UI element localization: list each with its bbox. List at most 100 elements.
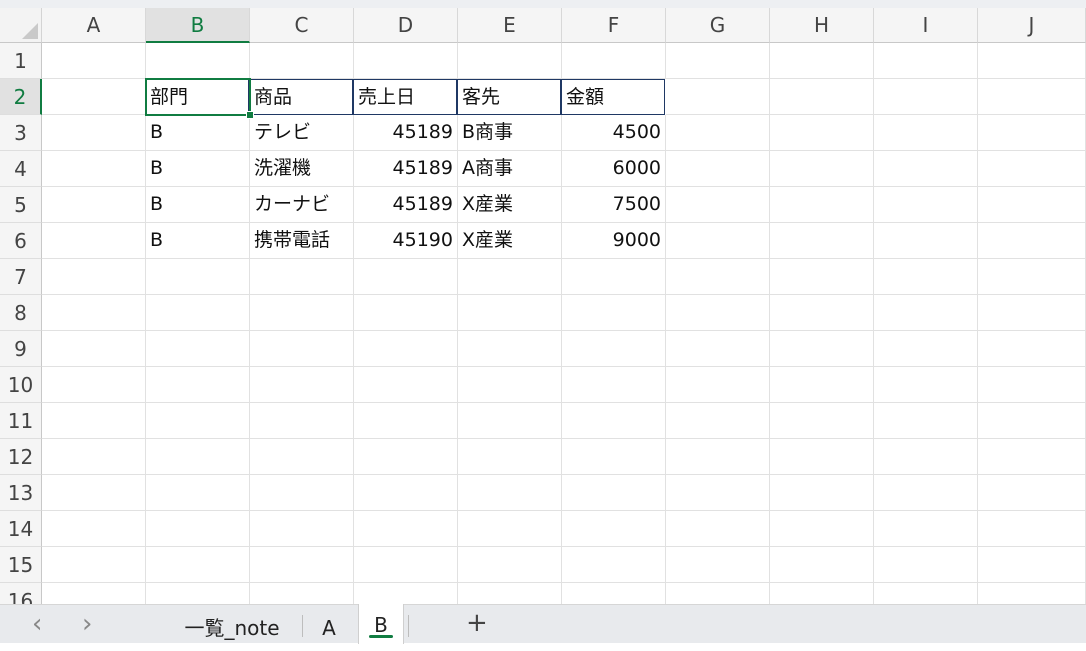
row-header-1[interactable]: 1 bbox=[0, 43, 42, 79]
cell-i2[interactable] bbox=[874, 79, 978, 115]
column-header-h[interactable]: H bbox=[770, 8, 874, 43]
cell-c4[interactable]: 洗濯機 bbox=[250, 151, 354, 187]
cell-b14[interactable] bbox=[146, 511, 250, 547]
cell-a14[interactable] bbox=[42, 511, 146, 547]
cell-h10[interactable] bbox=[770, 367, 874, 403]
cell-c6[interactable]: 携帯電話 bbox=[250, 223, 354, 259]
column-header-i[interactable]: I bbox=[874, 8, 978, 43]
cell-d8[interactable] bbox=[354, 295, 458, 331]
cell-j12[interactable] bbox=[978, 439, 1086, 475]
cell-j7[interactable] bbox=[978, 259, 1086, 295]
row-header-16[interactable]: 16 bbox=[0, 583, 42, 604]
cell-c14[interactable] bbox=[250, 511, 354, 547]
cell-a3[interactable] bbox=[42, 115, 146, 151]
cell-f14[interactable] bbox=[562, 511, 666, 547]
cell-e2[interactable]: 客先 bbox=[457, 79, 561, 115]
cell-j6[interactable] bbox=[978, 223, 1086, 259]
cell-f6[interactable]: 9000 bbox=[562, 223, 666, 259]
cell-d10[interactable] bbox=[354, 367, 458, 403]
row-header-5[interactable]: 5 bbox=[0, 187, 42, 223]
cell-i5[interactable] bbox=[874, 187, 978, 223]
cell-b6[interactable]: B bbox=[146, 223, 250, 259]
cell-g11[interactable] bbox=[666, 403, 770, 439]
cell-d9[interactable] bbox=[354, 331, 458, 367]
cell-e10[interactable] bbox=[458, 367, 562, 403]
cell-h2[interactable] bbox=[770, 79, 874, 115]
cell-j9[interactable] bbox=[978, 331, 1086, 367]
cell-f16[interactable] bbox=[562, 583, 666, 604]
cell-d3[interactable]: 45189 bbox=[354, 115, 458, 151]
cell-b7[interactable] bbox=[146, 259, 250, 295]
cell-j5[interactable] bbox=[978, 187, 1086, 223]
sheet-tab-ichiran-note[interactable]: 一覧_note bbox=[172, 605, 292, 643]
cell-a12[interactable] bbox=[42, 439, 146, 475]
cell-e15[interactable] bbox=[458, 547, 562, 583]
cell-f11[interactable] bbox=[562, 403, 666, 439]
cell-c13[interactable] bbox=[250, 475, 354, 511]
cell-b1[interactable] bbox=[146, 43, 250, 79]
chevron-left-icon[interactable]: ‹ bbox=[32, 611, 42, 637]
sheet-tab-a[interactable]: A bbox=[308, 605, 350, 643]
cell-c3[interactable]: テレビ bbox=[250, 115, 354, 151]
cell-j10[interactable] bbox=[978, 367, 1086, 403]
cell-e1[interactable] bbox=[458, 43, 562, 79]
cell-d7[interactable] bbox=[354, 259, 458, 295]
sheet-tab-b[interactable]: B bbox=[358, 604, 404, 644]
cell-e6[interactable]: X産業 bbox=[458, 223, 562, 259]
cell-g9[interactable] bbox=[666, 331, 770, 367]
cell-j4[interactable] bbox=[978, 151, 1086, 187]
cell-e8[interactable] bbox=[458, 295, 562, 331]
column-header-f[interactable]: F bbox=[562, 8, 666, 43]
cell-f15[interactable] bbox=[562, 547, 666, 583]
cell-g16[interactable] bbox=[666, 583, 770, 604]
cell-j15[interactable] bbox=[978, 547, 1086, 583]
row-header-15[interactable]: 15 bbox=[0, 547, 42, 583]
cell-h16[interactable] bbox=[770, 583, 874, 604]
cell-c7[interactable] bbox=[250, 259, 354, 295]
cell-a2[interactable] bbox=[42, 79, 146, 115]
cell-b9[interactable] bbox=[146, 331, 250, 367]
cell-c1[interactable] bbox=[250, 43, 354, 79]
cell-e13[interactable] bbox=[458, 475, 562, 511]
cell-g10[interactable] bbox=[666, 367, 770, 403]
add-sheet-icon[interactable]: + bbox=[466, 610, 488, 636]
column-header-c[interactable]: C bbox=[250, 8, 354, 43]
row-header-12[interactable]: 12 bbox=[0, 439, 42, 475]
cell-a6[interactable] bbox=[42, 223, 146, 259]
cell-d12[interactable] bbox=[354, 439, 458, 475]
cell-i6[interactable] bbox=[874, 223, 978, 259]
cell-g12[interactable] bbox=[666, 439, 770, 475]
cell-i16[interactable] bbox=[874, 583, 978, 604]
row-header-14[interactable]: 14 bbox=[0, 511, 42, 547]
row-header-7[interactable]: 7 bbox=[0, 259, 42, 295]
cell-a7[interactable] bbox=[42, 259, 146, 295]
cell-a15[interactable] bbox=[42, 547, 146, 583]
column-header-a[interactable]: A bbox=[42, 8, 146, 43]
cell-b13[interactable] bbox=[146, 475, 250, 511]
cell-d16[interactable] bbox=[354, 583, 458, 604]
cell-e11[interactable] bbox=[458, 403, 562, 439]
cell-d11[interactable] bbox=[354, 403, 458, 439]
cell-c11[interactable] bbox=[250, 403, 354, 439]
cell-h1[interactable] bbox=[770, 43, 874, 79]
cell-f5[interactable]: 7500 bbox=[562, 187, 666, 223]
cell-h11[interactable] bbox=[770, 403, 874, 439]
cell-j16[interactable] bbox=[978, 583, 1086, 604]
cell-g4[interactable] bbox=[666, 151, 770, 187]
row-header-10[interactable]: 10 bbox=[0, 367, 42, 403]
column-header-j[interactable]: J bbox=[978, 8, 1086, 43]
cell-i12[interactable] bbox=[874, 439, 978, 475]
cell-f3[interactable]: 4500 bbox=[562, 115, 666, 151]
cell-a13[interactable] bbox=[42, 475, 146, 511]
cell-h5[interactable] bbox=[770, 187, 874, 223]
cell-h7[interactable] bbox=[770, 259, 874, 295]
cell-e9[interactable] bbox=[458, 331, 562, 367]
cell-j1[interactable] bbox=[978, 43, 1086, 79]
cell-f1[interactable] bbox=[562, 43, 666, 79]
cell-a4[interactable] bbox=[42, 151, 146, 187]
cell-g2[interactable] bbox=[666, 79, 770, 115]
cell-g3[interactable] bbox=[666, 115, 770, 151]
cell-g5[interactable] bbox=[666, 187, 770, 223]
cell-d1[interactable] bbox=[354, 43, 458, 79]
cell-a9[interactable] bbox=[42, 331, 146, 367]
